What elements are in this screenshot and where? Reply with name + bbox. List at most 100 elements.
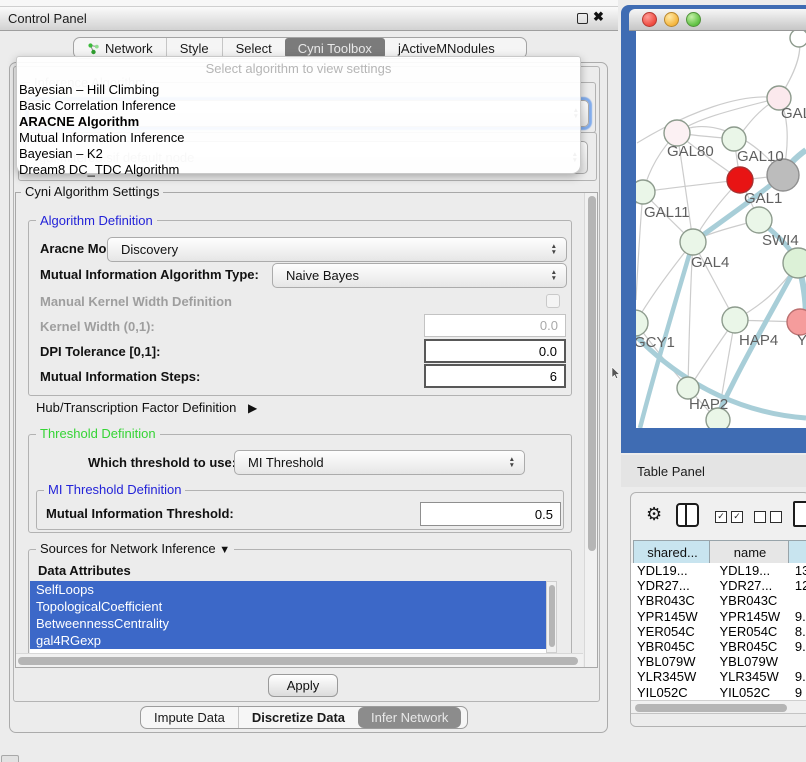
tab-jactivemnodules-label: jActiveMNodules: [398, 41, 495, 56]
tab-network[interactable]: Network: [74, 38, 166, 58]
select-all-checks-icon[interactable]: ✓ ✓: [715, 511, 743, 523]
tab-infer-network[interactable]: Infer Network: [358, 707, 461, 728]
table-cell: YDL19...: [710, 563, 795, 578]
manual-kernel-label: Manual Kernel Width Definition: [40, 294, 232, 309]
network-node[interactable]: [680, 229, 706, 255]
table-row[interactable]: YER054CYER054C8.: [633, 624, 806, 639]
attributes-scrollbar[interactable]: [546, 581, 557, 653]
mi-type-value: Naive Bayes: [286, 268, 551, 283]
tab-style-label: Style: [180, 41, 209, 56]
column-header-partial[interactable]: [788, 540, 806, 565]
settings-panel-title: Cyni Algorithm Settings: [21, 185, 163, 198]
mac-close-button[interactable]: [642, 12, 657, 27]
tab-discretize-data[interactable]: Discretize Data: [238, 707, 358, 728]
data-attributes-list[interactable]: SelfLoopsTopologicalCoefficientBetweenne…: [30, 581, 546, 653]
network-canvas[interactable]: GALGAL80GAL10GAL1GAL11SWI4GAL4GCY1HAP4YH…: [636, 31, 806, 428]
network-node-label: Y: [797, 332, 806, 349]
deselect-all-checks-icon[interactable]: [754, 511, 782, 523]
table-row[interactable]: YBL079WYBL079W: [633, 654, 806, 669]
mi-steps-field[interactable]: 6: [424, 364, 566, 388]
network-node[interactable]: [636, 180, 655, 204]
table-cell: 8.: [795, 624, 806, 639]
tab-cyni-toolbox[interactable]: Cyni Toolbox: [285, 38, 385, 58]
aracne-mode-combo[interactable]: Discovery ▲▼: [107, 237, 567, 262]
table-cell: YDL19...: [633, 563, 710, 578]
mi-threshold-field[interactable]: 0.5: [420, 502, 561, 526]
algorithm-option[interactable]: ARACNE Algorithm: [17, 114, 580, 130]
collapse-down-icon: ▼: [219, 544, 230, 556]
tab-jactivemnodules[interactable]: jActiveMNodules: [385, 38, 508, 58]
mi-threshold-definition-title: MI Threshold Definition: [44, 483, 185, 496]
table-cell: 13: [795, 563, 806, 578]
tab-impute-data[interactable]: Impute Data: [141, 707, 238, 728]
mac-minimize-button[interactable]: [664, 12, 679, 27]
collapsed-panel-button[interactable]: [1, 755, 19, 762]
dpi-tolerance-field[interactable]: 0.0: [424, 339, 566, 363]
close-icon[interactable]: ✖: [593, 9, 604, 25]
tab-cyni-toolbox-label: Cyni Toolbox: [298, 41, 372, 56]
table-cell: YPR145W: [710, 609, 795, 624]
gear-icon[interactable]: ⚙: [646, 505, 662, 523]
settings-horizontal-scrollbar[interactable]: [16, 653, 583, 667]
algorithm-option[interactable]: Mutual Information Inference: [17, 130, 580, 146]
kernel-width-label: Kernel Width (0,1):: [40, 319, 155, 334]
table-row[interactable]: YLR345WYLR345W9.: [633, 669, 806, 684]
hub-definition-expander[interactable]: Hub/Transcription Factor Definition ▶: [36, 400, 257, 415]
table-row[interactable]: YDL19...YDL19...13: [633, 563, 806, 578]
columns-icon[interactable]: [676, 503, 699, 527]
control-panel-header: Control Panel: [0, 7, 618, 31]
table-row[interactable]: YPR145WYPR145W9.: [633, 609, 806, 624]
kernel-width-field[interactable]: 0.0: [424, 314, 566, 337]
attribute-list-item[interactable]: gal4RGexp: [30, 632, 546, 649]
which-threshold-combo[interactable]: MI Threshold ▲▼: [234, 450, 525, 475]
control-panel-top-strip: [0, 0, 618, 7]
network-node-label: GAL10: [737, 148, 784, 165]
table-cell: YLR345W: [710, 669, 795, 684]
table-row[interactable]: YBR043CYBR043C: [633, 593, 806, 608]
table-cell: YDR27...: [710, 578, 795, 593]
bottom-tabbar: Impute Data Discretize Data Infer Networ…: [140, 706, 468, 729]
network-window-titlebar[interactable]: [629, 9, 806, 31]
attribute-list-item[interactable]: TopologicalCoefficient: [30, 598, 546, 615]
table-cell: 9.: [795, 639, 806, 654]
algorithm-options-list: Bayesian – Hill ClimbingBasic Correlatio…: [17, 82, 580, 178]
tab-select[interactable]: Select: [222, 38, 285, 58]
manual-kernel-checkbox[interactable]: [546, 294, 560, 308]
mac-zoom-button[interactable]: [686, 12, 701, 27]
algorithm-option[interactable]: Dream8 DC_TDC Algorithm: [17, 162, 580, 178]
attribute-list-item[interactable]: BetweennessCentrality: [30, 615, 546, 632]
apply-button[interactable]: Apply: [268, 674, 338, 697]
table-cell: YBL079W: [633, 654, 710, 669]
network-edge[interactable]: [636, 192, 643, 300]
column-header-name[interactable]: name: [709, 540, 791, 565]
mi-threshold-label: Mutual Information Threshold:: [46, 506, 234, 521]
table-row[interactable]: YBR045CYBR045C9.: [633, 639, 806, 654]
network-node[interactable]: [783, 248, 806, 278]
sources-group-title[interactable]: Sources for Network Inference ▼: [36, 542, 234, 557]
tab-style[interactable]: Style: [166, 38, 222, 58]
mi-type-combo[interactable]: Naive Bayes ▲▼: [272, 263, 567, 288]
network-node[interactable]: [746, 207, 772, 233]
float-window-icon[interactable]: [577, 13, 588, 24]
algorithm-option[interactable]: Basic Correlation Inference: [17, 98, 580, 114]
aracne-mode-value: Discovery: [121, 242, 551, 257]
network-edge[interactable]: [636, 242, 693, 322]
table-row[interactable]: YDR27...YDR27...12: [633, 578, 806, 593]
network-graph: GALGAL80GAL10GAL1GAL11SWI4GAL4GCY1HAP4YH…: [636, 31, 806, 428]
table-horizontal-scrollbar[interactable]: [631, 700, 806, 714]
network-node-label: GAL1: [744, 190, 782, 207]
table-rows[interactable]: YDL19...YDL19...13YDR27...YDR27...12YBR0…: [631, 563, 806, 700]
document-icon[interactable]: [793, 501, 806, 527]
mouse-cursor: [611, 367, 621, 380]
network-node-label: HAP2: [689, 396, 728, 413]
attribute-list-item[interactable]: SelfLoops: [30, 581, 546, 598]
table-row[interactable]: YIL052CYIL052C9: [633, 685, 806, 700]
algorithm-option[interactable]: Bayesian – K2: [17, 146, 580, 162]
network-node[interactable]: [790, 31, 806, 47]
column-header-shared[interactable]: shared...: [633, 540, 712, 565]
network-node[interactable]: [722, 307, 748, 333]
settings-vertical-scrollbar[interactable]: [584, 193, 597, 667]
algorithm-option[interactable]: Bayesian – Hill Climbing: [17, 82, 580, 98]
network-edge[interactable]: [643, 180, 740, 192]
network-node[interactable]: [636, 310, 648, 336]
